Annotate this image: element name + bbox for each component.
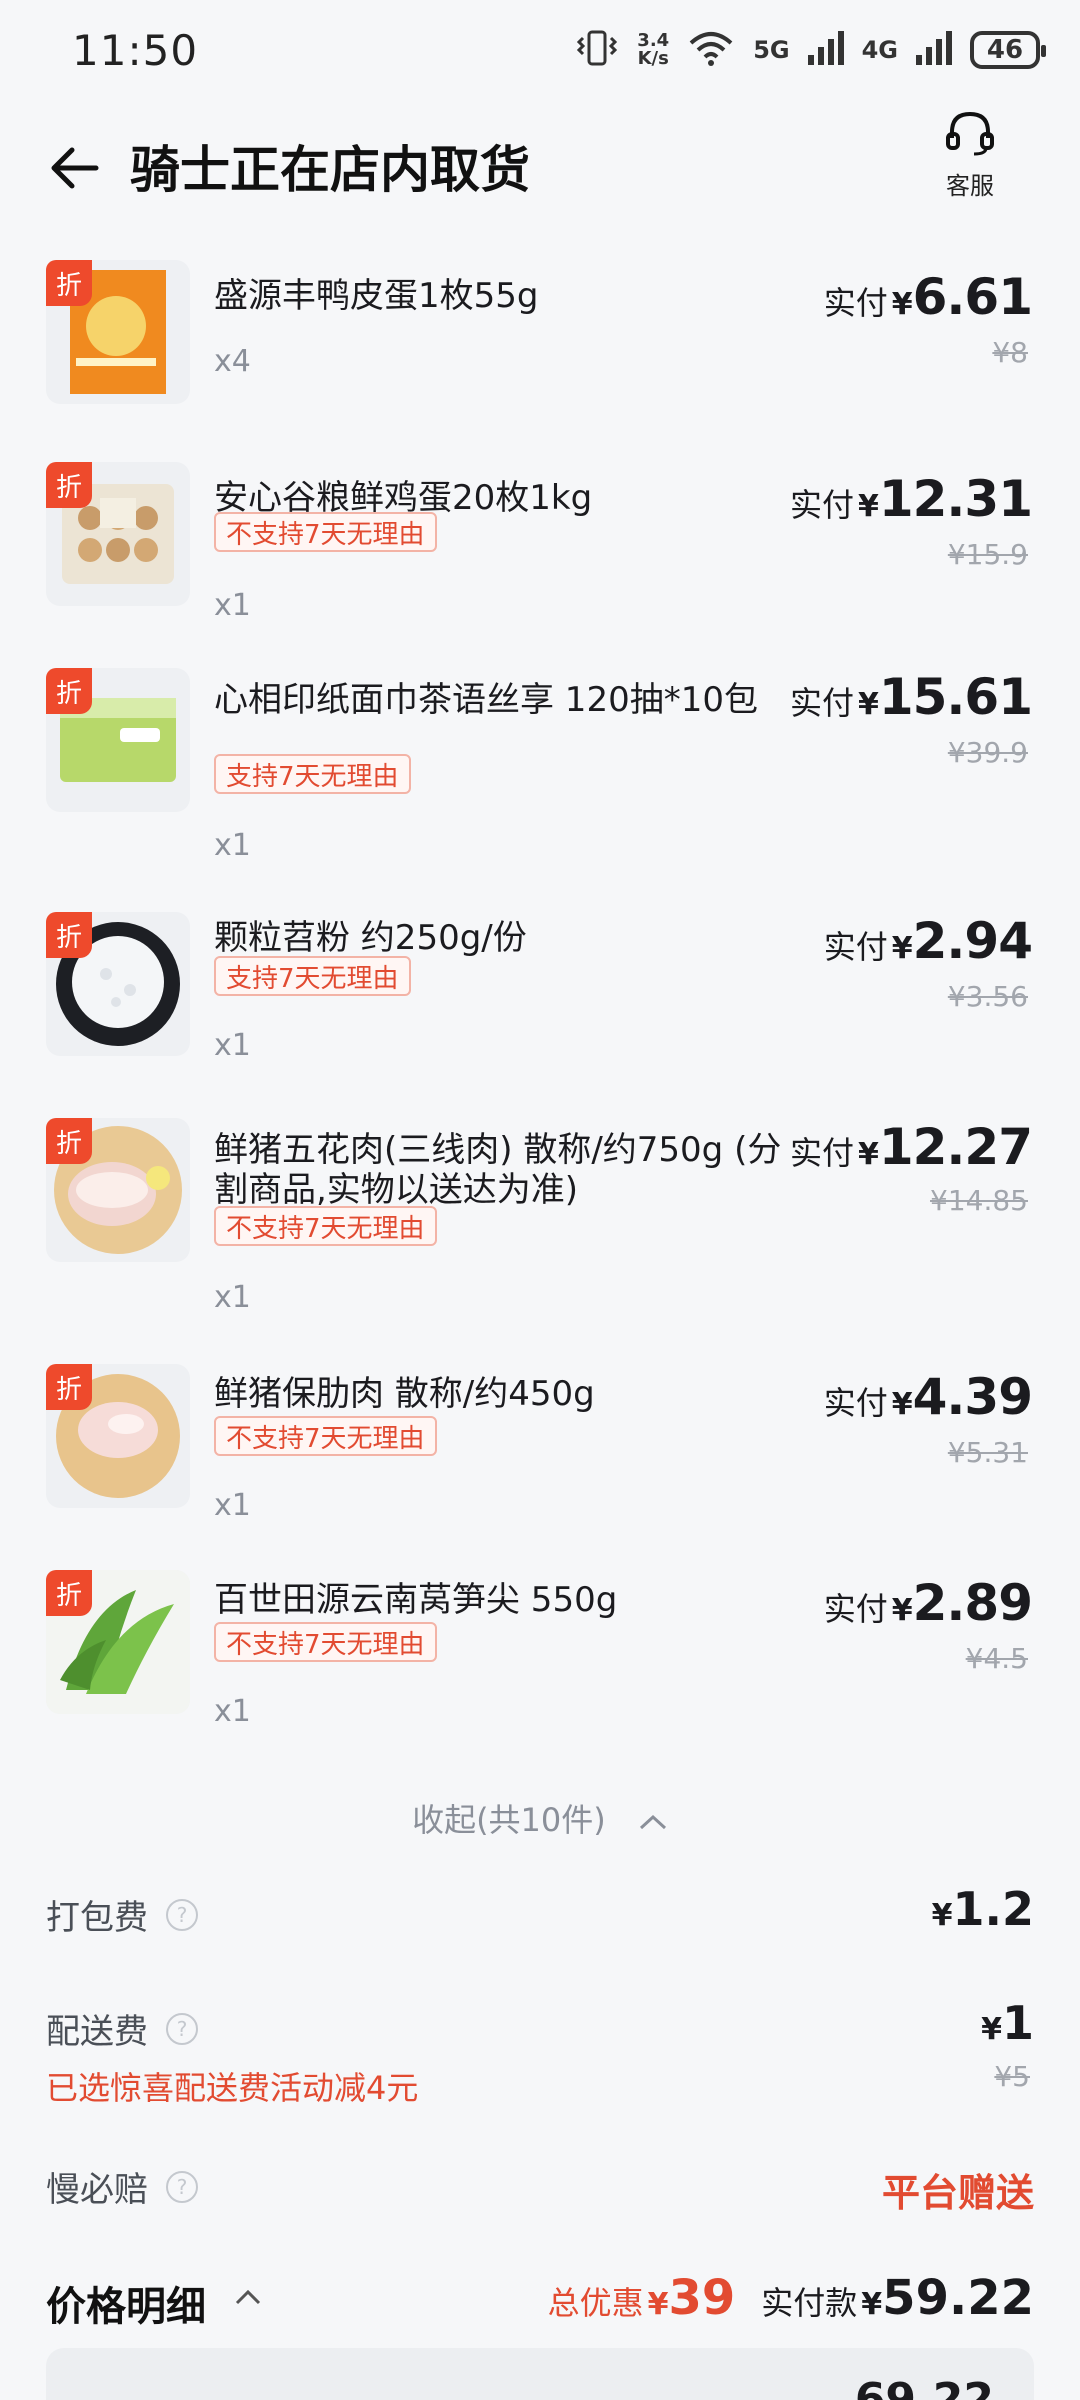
price-detail-title: 价格明细 bbox=[46, 2284, 206, 2330]
discount-tag: 折 bbox=[46, 1364, 92, 1410]
signal-5g-label: 5G bbox=[753, 36, 790, 64]
original-price: ¥15.9 bbox=[947, 538, 1028, 571]
help-icon[interactable]: ? bbox=[166, 2012, 198, 2045]
product-name: 鲜猪五花肉(三线肉) 散称/约750g (分割商品,实物以送达为准) bbox=[214, 1130, 782, 1210]
late-compensation-label: 慢必赔 bbox=[46, 2170, 148, 2210]
product-quantity: x1 bbox=[214, 1488, 251, 1523]
packing-fee-value: ¥1.2 bbox=[931, 1882, 1034, 1936]
discount-tag: 折 bbox=[46, 260, 92, 306]
product-quantity: x1 bbox=[214, 1694, 251, 1729]
return-policy-badge: 支持7天无理由 bbox=[214, 956, 411, 996]
pay-price: 实付 ¥ 12.27 bbox=[789, 1118, 1033, 1176]
price-breakdown-card: 69.22 bbox=[46, 2348, 1034, 2400]
collapse-items-toggle[interactable]: 收起(共10件) bbox=[0, 1795, 1080, 1841]
service-label: 客服 bbox=[946, 172, 994, 200]
signal-icon bbox=[916, 31, 952, 69]
delivery-fee-original: ¥5 bbox=[994, 2060, 1030, 2093]
delivery-fee-label: 配送费 bbox=[46, 2012, 148, 2052]
original-price: ¥4.5 bbox=[965, 1642, 1028, 1675]
product-name: 盛源丰鸭皮蛋1枚55g bbox=[214, 276, 539, 316]
delivery-promo-note: 已选惊喜配送费活动减4元 bbox=[46, 2069, 419, 2107]
customer-service-button[interactable]: 客服 bbox=[920, 108, 1020, 200]
list-item[interactable]: 折 鲜猪五花肉(三线肉) 散称/约750g (分割商品,实物以送达为准) 不支持… bbox=[0, 1118, 1080, 1338]
list-item[interactable]: 折 心相印纸面巾茶语丝享 120抽*10包 支持7天无理由 x1 实付 ¥ 15… bbox=[0, 668, 1080, 868]
pay-price: 实付 ¥ 2.94 bbox=[823, 912, 1033, 970]
list-item[interactable]: 折 安心谷粮鲜鸡蛋20枚1kg 不支持7天无理由 x1 实付 ¥ 12.31 ¥… bbox=[0, 462, 1080, 642]
signal-4g-label: 4G bbox=[861, 36, 898, 64]
original-price: ¥8 bbox=[992, 336, 1028, 369]
list-item[interactable]: 折 盛源丰鸭皮蛋1枚55g x4 实付 ¥ 6.61 ¥8 bbox=[0, 260, 1080, 420]
headset-icon bbox=[942, 108, 998, 162]
list-item[interactable]: 折 颗粒苕粉 约250g/份 支持7天无理由 x1 实付 ¥ 2.94 ¥3.5… bbox=[0, 912, 1080, 1092]
pay-price: 实付 ¥ 12.31 bbox=[789, 470, 1033, 528]
help-icon[interactable]: ? bbox=[166, 2170, 198, 2203]
back-arrow-icon[interactable] bbox=[46, 140, 102, 196]
product-quantity: x1 bbox=[214, 588, 251, 623]
chevron-up-icon bbox=[638, 1801, 668, 1839]
discount-tag: 折 bbox=[46, 1118, 92, 1164]
return-policy-badge: 不支持7天无理由 bbox=[214, 512, 437, 552]
return-policy-badge: 支持7天无理由 bbox=[214, 754, 411, 794]
vibrate-icon bbox=[575, 28, 619, 72]
chevron-up-icon bbox=[234, 2288, 262, 2310]
original-price: ¥39.9 bbox=[947, 736, 1028, 769]
page-title: 骑士正在店内取货 bbox=[130, 141, 530, 199]
status-time: 11:50 bbox=[72, 25, 199, 75]
late-compensation-row: 慢必赔 ? 平台赠送 bbox=[46, 2162, 1034, 2222]
product-quantity: x1 bbox=[214, 1280, 251, 1315]
discount-tag: 折 bbox=[46, 912, 92, 958]
collapse-label: 收起(共10件) bbox=[412, 1801, 606, 1839]
product-quantity: x1 bbox=[214, 828, 251, 863]
list-item[interactable]: 折 百世田源云南莴笋尖 550g 不支持7天无理由 x1 实付 ¥ 2.89 ¥… bbox=[0, 1570, 1080, 1750]
original-price: ¥14.85 bbox=[930, 1184, 1028, 1217]
original-price: ¥5.31 bbox=[947, 1436, 1028, 1469]
wifi-icon bbox=[687, 29, 735, 71]
product-name: 鲜猪保肋肉 散称/约450g bbox=[214, 1374, 595, 1414]
amount-paid-value: 59.22 bbox=[882, 2270, 1034, 2326]
pay-price: 实付 ¥ 6.61 bbox=[823, 268, 1033, 326]
packing-fee-label: 打包费 bbox=[46, 1898, 148, 1938]
return-policy-badge: 不支持7天无理由 bbox=[214, 1416, 437, 1456]
product-quantity: x4 bbox=[214, 344, 251, 379]
net-speed: 3.4 K/s bbox=[637, 30, 670, 69]
delivery-fee-value: ¥1 bbox=[981, 1996, 1034, 2050]
delivery-fee-row: 配送费 ? 已选惊喜配送费活动减4元 ¥1 ¥5 bbox=[46, 1996, 1034, 2114]
pay-price: 实付 ¥ 15.61 bbox=[789, 668, 1033, 726]
amount-paid-label: 实付款 bbox=[761, 2284, 858, 2322]
list-item[interactable]: 折 鲜猪保肋肉 散称/约450g 不支持7天无理由 x1 实付 ¥ 4.39 ¥… bbox=[0, 1364, 1080, 1544]
return-policy-badge: 不支持7天无理由 bbox=[214, 1622, 437, 1662]
help-icon[interactable]: ? bbox=[166, 1898, 198, 1931]
product-name: 颗粒苕粉 约250g/份 bbox=[214, 918, 527, 958]
discount-tag: 折 bbox=[46, 1570, 92, 1616]
total-discount-label: 总优惠 bbox=[547, 2284, 644, 2322]
platform-gift-value: 平台赠送 bbox=[881, 2171, 1034, 2215]
pay-price: 实付 ¥ 4.39 bbox=[823, 1368, 1033, 1426]
return-policy-badge: 不支持7天无理由 bbox=[214, 1206, 437, 1246]
price-detail-header[interactable]: 价格明细 总优惠 ¥ 39 实付款 ¥ 59.22 bbox=[46, 2270, 1034, 2330]
pay-price: 实付 ¥ 2.89 bbox=[823, 1574, 1033, 1632]
page-header: 骑士正在店内取货 客服 bbox=[0, 100, 1080, 230]
discount-tag: 折 bbox=[46, 668, 92, 714]
discount-tag: 折 bbox=[46, 462, 92, 508]
product-name: 百世田源云南莴笋尖 550g bbox=[214, 1580, 618, 1620]
status-bar: 11:50 3.4 K/s 5G 4G 46 bbox=[0, 0, 1080, 100]
packing-fee-row: 打包费 ? ¥1.2 bbox=[46, 1882, 1034, 1950]
status-icons: 3.4 K/s 5G 4G 46 bbox=[575, 28, 1046, 72]
product-name: 心相印纸面巾茶语丝享 120抽*10包 bbox=[214, 680, 758, 720]
battery-icon: 46 bbox=[970, 31, 1046, 69]
product-quantity: x1 bbox=[214, 1028, 251, 1063]
original-price: ¥3.56 bbox=[947, 980, 1028, 1013]
breakdown-peek-value: 69.22 bbox=[854, 2374, 994, 2400]
signal-icon bbox=[807, 31, 844, 69]
total-discount-value: 39 bbox=[668, 2270, 736, 2326]
